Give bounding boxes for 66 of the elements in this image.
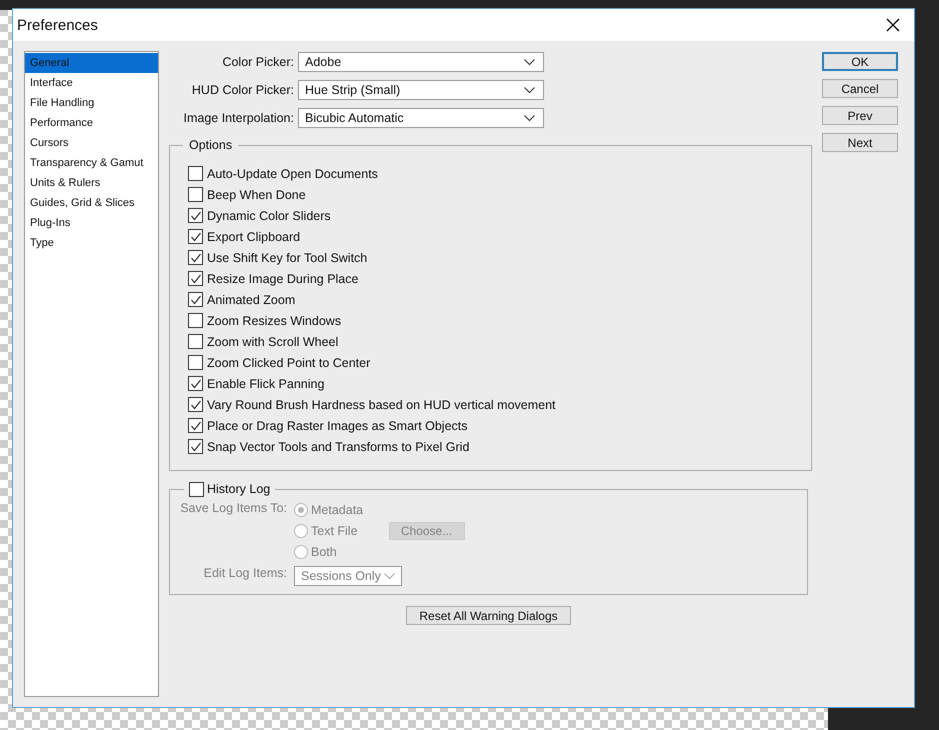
checkbox-label: Use Shift Key for Tool Switch (207, 250, 368, 264)
checkbox[interactable] (188, 250, 203, 265)
sidebar-item[interactable]: Interface (25, 73, 158, 93)
dropdown[interactable]: Sessions Only (294, 566, 402, 586)
dialog-button[interactable]: OK (822, 52, 898, 71)
checkbox[interactable] (188, 208, 203, 223)
checkbox[interactable] (188, 334, 203, 349)
checkbox-label: Resize Image During Place (207, 272, 358, 286)
dropdown[interactable]: Hue Strip (Small) (298, 80, 544, 100)
radio-label: Metadata (311, 502, 364, 516)
checkbox[interactable] (188, 418, 203, 433)
sidebar-item[interactable]: Guides, Grid & Slices (25, 193, 158, 213)
window-title: Preferences (17, 16, 98, 34)
checkbox-label: Enable Flick Panning (207, 376, 324, 390)
close-icon[interactable] (886, 18, 900, 32)
checkbox[interactable] (188, 439, 203, 454)
checkbox-label: History Log (207, 482, 270, 496)
checkbox[interactable] (188, 313, 203, 328)
checkbox[interactable] (188, 397, 203, 412)
field-label: Edit Log Items: (202, 566, 287, 580)
checkbox[interactable] (188, 271, 203, 286)
dropdown[interactable]: Bicubic Automatic (298, 108, 544, 128)
field-label: Color Picker: (221, 55, 294, 69)
field-label: Save Log Items To: (179, 501, 287, 515)
checkbox-label: Dynamic Color Sliders (207, 208, 331, 222)
checkbox-label: Animated Zoom (207, 292, 296, 306)
checkbox-label: Vary Round Brush Hardness based on HUD vertical movement (207, 398, 556, 412)
checkbox-label: Auto-Update Open Documents (207, 166, 378, 180)
radio-button[interactable] (294, 524, 308, 538)
checkbox[interactable] (188, 355, 203, 370)
checkbox-label: Zoom Clicked Point to Center (207, 356, 370, 370)
sidebar-item[interactable]: Transparency & Gamut (25, 153, 158, 173)
checkbox-label: Zoom with Scroll Wheel (207, 334, 338, 348)
sidebar-item[interactable]: Cursors (25, 133, 158, 153)
caret-icon (524, 58, 535, 66)
sidebar-item[interactable]: Units & Rulers (25, 173, 158, 193)
sidebar-item[interactable]: General (25, 53, 158, 73)
checkbox[interactable] (188, 292, 203, 307)
dialog-button[interactable]: Prev (822, 106, 898, 125)
reset-button[interactable]: Reset All Warning Dialogs (406, 606, 571, 625)
checkbox-label: Export Clipboard (207, 230, 300, 244)
sidebar-item[interactable]: File Handling (25, 93, 158, 113)
caret-icon (384, 572, 395, 580)
caret-icon (524, 86, 535, 94)
checkbox[interactable] (189, 482, 204, 496)
dialog-button[interactable]: Cancel (822, 79, 898, 98)
field-label: HUD Color Picker: (190, 83, 294, 97)
checkbox-label: Place or Drag Raster Images as Smart Objects (207, 418, 468, 432)
checkbox[interactable] (188, 166, 203, 181)
checkbox[interactable] (188, 376, 203, 391)
caret-icon (524, 114, 535, 122)
checkbox[interactable] (188, 229, 203, 244)
dialog-button[interactable]: Next (822, 133, 898, 152)
checkbox-label: Beep When Done (207, 188, 306, 202)
checkbox-label: Zoom Resizes Windows (207, 314, 342, 328)
sidebar-item[interactable]: Type (25, 233, 158, 253)
sidebar-item[interactable]: Performance (25, 113, 158, 133)
radio-button[interactable] (294, 544, 308, 558)
radio-label: Both (311, 544, 337, 558)
dropdown[interactable]: Adobe (298, 52, 544, 72)
radio-button[interactable] (294, 502, 308, 516)
radio-label: Text File (311, 524, 358, 538)
sidebar-item[interactable]: Plug-Ins (25, 213, 158, 233)
field-label: Image Interpolation: (182, 111, 294, 125)
checkbox[interactable] (188, 187, 203, 202)
checkbox-label: Snap Vector Tools and Transforms to Pixel Grid (207, 440, 470, 454)
